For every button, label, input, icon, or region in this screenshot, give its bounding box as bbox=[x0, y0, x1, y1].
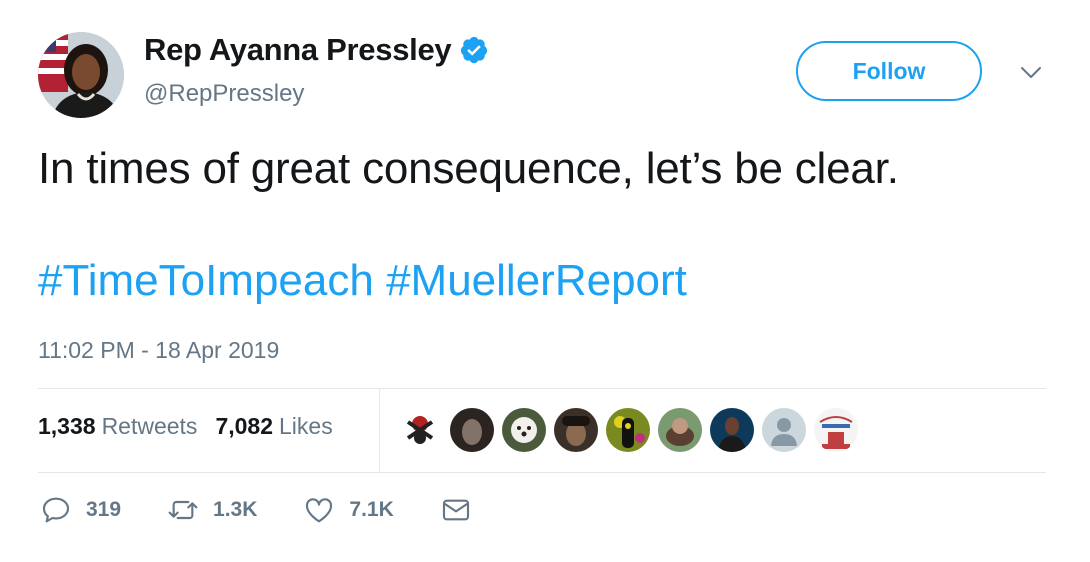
liker-avatar[interactable] bbox=[450, 408, 494, 452]
liker-avatar[interactable] bbox=[710, 408, 754, 452]
divider bbox=[38, 388, 1046, 389]
liker-avatar[interactable] bbox=[814, 408, 858, 452]
display-name[interactable]: Rep Ayanna Pressley bbox=[144, 32, 452, 68]
chevron-down-icon[interactable] bbox=[1019, 62, 1043, 82]
reply-icon bbox=[42, 497, 70, 523]
retweets-count: 1,338 bbox=[38, 413, 96, 439]
message-button[interactable] bbox=[440, 494, 472, 526]
liker-avatars bbox=[398, 408, 866, 452]
retweets-label: Retweets bbox=[101, 413, 198, 439]
tweet-actions: 319 1.3K 7.1K bbox=[40, 494, 518, 526]
tweet-timestamp[interactable]: 11:02 PM - 18 Apr 2019 bbox=[38, 337, 279, 364]
reply-count: 319 bbox=[86, 498, 122, 521]
user-name-row[interactable]: Rep Ayanna Pressley bbox=[144, 32, 489, 68]
likes-stat[interactable]: 7,082 Likes bbox=[215, 413, 332, 440]
profile-avatar[interactable] bbox=[38, 32, 124, 118]
retweets-stat[interactable]: 1,338 Retweets bbox=[38, 413, 197, 440]
liker-avatar[interactable] bbox=[554, 408, 598, 452]
follow-button[interactable]: Follow bbox=[796, 41, 982, 101]
user-handle[interactable]: @RepPressley bbox=[144, 80, 304, 108]
retweet-count: 1.3K bbox=[213, 498, 258, 521]
retweet-button[interactable]: 1.3K bbox=[167, 494, 257, 526]
liker-avatar[interactable] bbox=[658, 408, 702, 452]
liker-avatar[interactable] bbox=[606, 408, 650, 452]
tweet-stats: 1,338 Retweets 7,082 Likes bbox=[38, 413, 351, 440]
likes-label: Likes bbox=[279, 413, 333, 439]
reply-button[interactable]: 319 bbox=[40, 494, 121, 526]
likes-count: 7,082 bbox=[215, 413, 273, 439]
hashtag-link[interactable]: #TimeToImpeach bbox=[38, 256, 374, 305]
liker-avatar[interactable] bbox=[398, 408, 442, 452]
retweet-icon bbox=[168, 500, 198, 520]
liker-avatar[interactable] bbox=[502, 408, 546, 452]
tweet-text: In times of great consequence, let’s be … bbox=[38, 144, 899, 193]
tweet-hashtags: #TimeToImpeach #MuellerReport bbox=[38, 256, 687, 306]
verified-badge-icon bbox=[461, 36, 488, 64]
default-avatar-icon[interactable] bbox=[762, 408, 806, 452]
like-count: 7.1K bbox=[349, 498, 394, 521]
like-button[interactable]: 7.1K bbox=[303, 494, 394, 526]
divider bbox=[38, 472, 1046, 473]
mail-icon bbox=[442, 499, 469, 521]
heart-icon bbox=[306, 498, 333, 523]
hashtag-link[interactable]: #MuellerReport bbox=[386, 256, 687, 305]
vertical-divider bbox=[379, 389, 380, 472]
